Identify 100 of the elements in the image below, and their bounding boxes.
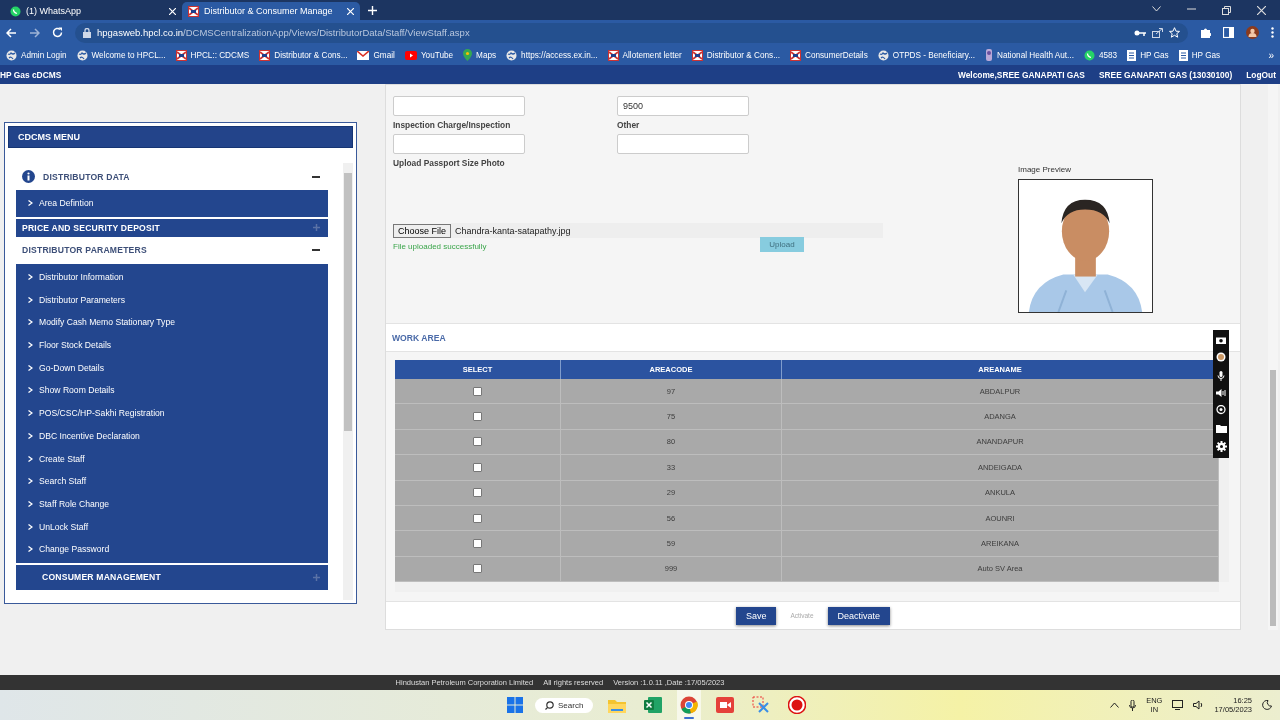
bookmark[interactable]: Admin Login — [6, 49, 67, 61]
checkbox[interactable] — [473, 564, 482, 574]
bookmark[interactable]: HP Gas — [1178, 49, 1221, 61]
menu-item[interactable]: Show Room Details — [16, 379, 328, 402]
action-button[interactable]: Save — [735, 606, 777, 625]
text-field[interactable] — [393, 134, 525, 154]
more-bookmarks[interactable]: » — [1268, 49, 1274, 61]
menu-item[interactable]: Modify Cash Memo Stationary Type — [16, 311, 328, 334]
restore-icon[interactable] — [1222, 5, 1231, 15]
bookmark[interactable]: Distributor & Cons... — [259, 49, 348, 61]
monitor-icon[interactable] — [1172, 700, 1184, 710]
key-icon[interactable] — [1134, 28, 1146, 37]
speaker-icon[interactable] — [1193, 700, 1205, 710]
globe-icon — [6, 49, 17, 61]
browser-icon[interactable] — [680, 696, 699, 714]
back-icon[interactable] — [6, 27, 17, 38]
chevron-up-icon[interactable] — [1110, 702, 1120, 708]
browser-tab[interactable]: Distributor & Consumer Manage — [182, 2, 360, 20]
checkbox[interactable] — [473, 462, 482, 472]
logo-icon — [188, 5, 199, 17]
close-icon[interactable] — [1257, 5, 1266, 15]
spreadsheet-icon[interactable] — [644, 697, 663, 713]
speaker-icon[interactable] — [1216, 389, 1226, 397]
folder-icon[interactable] — [1215, 423, 1227, 433]
url-text: hpgasweb.hpcl.co.in/DCMSCentralizationApp/Views/DistributorData/Staff/ViewStaff.aspx — [97, 27, 470, 38]
menu-item[interactable]: Create Staff — [16, 447, 328, 470]
menu-item[interactable]: Area Defintion — [16, 192, 328, 215]
microphone-icon[interactable] — [1129, 699, 1137, 711]
menu-item[interactable]: UnLock Staff — [16, 515, 328, 538]
address-bar[interactable]: hpgasweb.hpcl.co.in/DCMSCentralizationApp/Views/DistributorData/Staff/ViewStaff.aspx — [75, 22, 1188, 43]
text-field[interactable] — [617, 134, 749, 154]
menu-item[interactable]: POS/CSC/HP-Sakhi Registration — [16, 401, 328, 425]
info-icon — [22, 170, 35, 183]
camera-app-icon[interactable] — [716, 697, 735, 713]
bookmark[interactable]: Allotement letter — [607, 49, 682, 61]
microphone-icon[interactable] — [1217, 370, 1225, 381]
bookmark[interactable]: OTPDS - Beneficiary... — [877, 49, 975, 61]
bookmark[interactable]: National Health Aut... — [985, 49, 1074, 61]
start-icon[interactable] — [507, 697, 523, 713]
taskbar-app[interactable] — [677, 690, 702, 720]
horizontal-scrollbar[interactable] — [395, 582, 1219, 592]
star-icon[interactable] — [1169, 27, 1180, 38]
menu-item[interactable]: DBC Incentive Declaration — [16, 424, 328, 448]
text-field[interactable]: 9500 — [617, 96, 749, 116]
bookmark[interactable]: https://access.ex.in... — [506, 49, 598, 61]
record-icon[interactable] — [1216, 352, 1226, 363]
avatar-icon[interactable] — [1246, 26, 1259, 39]
new-tab-icon[interactable] — [368, 5, 377, 15]
checkbox[interactable] — [473, 539, 482, 549]
menu-item[interactable]: Floor Stock Details — [16, 333, 328, 357]
minimize-icon[interactable] — [1187, 5, 1196, 12]
bookmark[interactable]: Distributor & Cons... — [691, 49, 780, 61]
bookmark[interactable]: 4583 — [1083, 49, 1118, 61]
camera-icon[interactable] — [1216, 336, 1226, 345]
bookmark[interactable]: Maps — [463, 49, 497, 61]
bookmark[interactable]: HPCL:: CDCMS — [175, 49, 250, 61]
moon-icon[interactable] — [1262, 700, 1272, 710]
checkbox[interactable] — [473, 513, 482, 523]
menu-item[interactable]: Change Password — [16, 537, 328, 561]
choose-file-button[interactable]: Choose File — [393, 223, 452, 238]
forward-icon[interactable] — [29, 27, 40, 38]
checkbox[interactable] — [473, 488, 482, 498]
bookmark[interactable]: YouTube — [404, 50, 454, 60]
menu-item[interactable]: Search Staff — [16, 469, 328, 493]
menu-scrollbar[interactable] — [343, 163, 353, 600]
menu-item[interactable]: Distributor Information — [16, 265, 328, 289]
chevron-down-icon[interactable] — [1152, 5, 1161, 12]
menu-item[interactable]: Go-Down Details — [16, 356, 328, 380]
menu-section[interactable]: CONSUMER MANAGEMENT — [16, 562, 328, 590]
settings-icon[interactable] — [1215, 440, 1227, 452]
plus-icon — [313, 573, 320, 581]
taskbar-search[interactable]: Search — [535, 697, 594, 713]
text-field[interactable] — [393, 96, 525, 116]
logout-link[interactable]: LogOut — [1246, 69, 1276, 80]
puzzle-icon[interactable] — [1200, 27, 1211, 38]
globe-icon — [506, 49, 518, 61]
more-icon[interactable] — [1271, 27, 1274, 38]
side-panel-icon[interactable] — [1223, 27, 1234, 38]
reload-icon[interactable] — [52, 27, 63, 38]
lock-icon — [83, 27, 91, 38]
menu-item[interactable]: Staff Role Change — [16, 492, 328, 516]
bookmark[interactable]: HP Gas — [1127, 49, 1169, 61]
menu-item[interactable]: Distributor Parameters — [16, 288, 328, 312]
bookmark[interactable]: ConsumerDetails — [790, 49, 868, 61]
file-name: Chandra-kanta-satapathy.jpg — [451, 223, 883, 238]
checkbox[interactable] — [473, 386, 482, 396]
page-scrollbar[interactable] — [1268, 84, 1278, 630]
search-icon — [545, 700, 554, 710]
bookmark[interactable]: Gmail — [357, 50, 395, 60]
minus-icon — [312, 175, 320, 178]
webcam-icon[interactable] — [1216, 405, 1226, 416]
menu-section[interactable]: PRICE AND SECURITY DEPOSIT — [16, 216, 328, 237]
bookmark[interactable]: Welcome to HPCL... — [76, 49, 166, 61]
field-label: Other — [617, 119, 641, 132]
chevron-right-icon — [28, 432, 33, 439]
checkbox[interactable] — [473, 437, 482, 447]
share-icon[interactable] — [1152, 27, 1163, 38]
checkbox[interactable] — [473, 412, 482, 422]
action-button[interactable]: Deactivate — [827, 606, 891, 625]
browser-tab[interactable]: (1) WhatsApp — [4, 2, 182, 20]
